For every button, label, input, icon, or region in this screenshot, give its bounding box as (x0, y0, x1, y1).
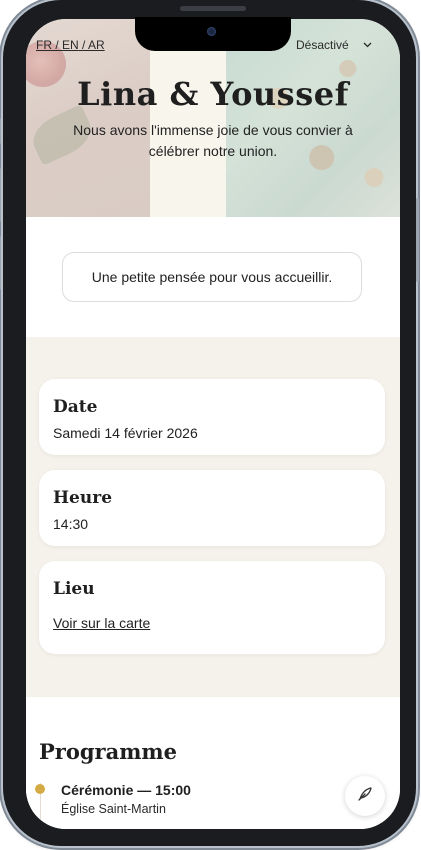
welcome-section: Une petite pensée pour vous accueillir. (26, 217, 400, 337)
programme-title: Programme (39, 739, 178, 764)
feather-button[interactable] (345, 776, 385, 816)
time-label: Heure (53, 488, 113, 508)
event-title: Cérémonie — 15:00 (61, 782, 191, 798)
screen: FR / EN / AR Désactivé Lina & Youssef No… (26, 19, 400, 829)
language-en-link[interactable]: EN (62, 38, 79, 52)
details-section: Date Samedi 14 février 2026 Heure 14:30 … (26, 337, 400, 697)
language-switcher: FR / EN / AR (36, 38, 105, 52)
programme-section: Programme Cérémonie — 15:00 Église Saint… (26, 697, 400, 829)
map-link[interactable]: Voir sur la carte (53, 615, 150, 631)
phone-frame: FR / EN / AR Désactivé Lina & Youssef No… (0, 0, 419, 846)
chevron-down-icon (363, 40, 372, 51)
volume-up-button (0, 168, 1, 222)
couple-names-title: Lina & Youssef (77, 75, 349, 113)
date-value: Samedi 14 février 2026 (53, 425, 198, 441)
camera-icon (207, 27, 216, 36)
event-place: Église Saint-Martin (61, 802, 166, 816)
volume-down-button (0, 236, 1, 290)
place-card: Lieu Voir sur la carte (39, 561, 385, 654)
place-label: Lieu (53, 579, 95, 599)
music-select[interactable]: Désactivé (296, 38, 372, 52)
music-select-value: Désactivé (296, 38, 349, 52)
language-fr-link[interactable]: FR (36, 38, 52, 52)
time-card: Heure 14:30 (39, 470, 385, 546)
welcome-message-box: Une petite pensée pour vous accueillir. (62, 252, 362, 302)
date-label: Date (53, 397, 98, 417)
invitation-text: Nous avons l'immense joie de vous convie… (73, 122, 353, 159)
power-button (416, 198, 419, 282)
welcome-message: Une petite pensée pour vous accueillir. (91, 269, 333, 285)
mute-switch (0, 118, 1, 144)
time-value: 14:30 (53, 516, 89, 532)
timeline-dot (35, 784, 45, 794)
date-card: Date Samedi 14 février 2026 (39, 379, 385, 455)
speaker-grille (180, 6, 246, 11)
feather-quill-icon (356, 785, 374, 808)
language-ar-link[interactable]: AR (88, 38, 105, 52)
